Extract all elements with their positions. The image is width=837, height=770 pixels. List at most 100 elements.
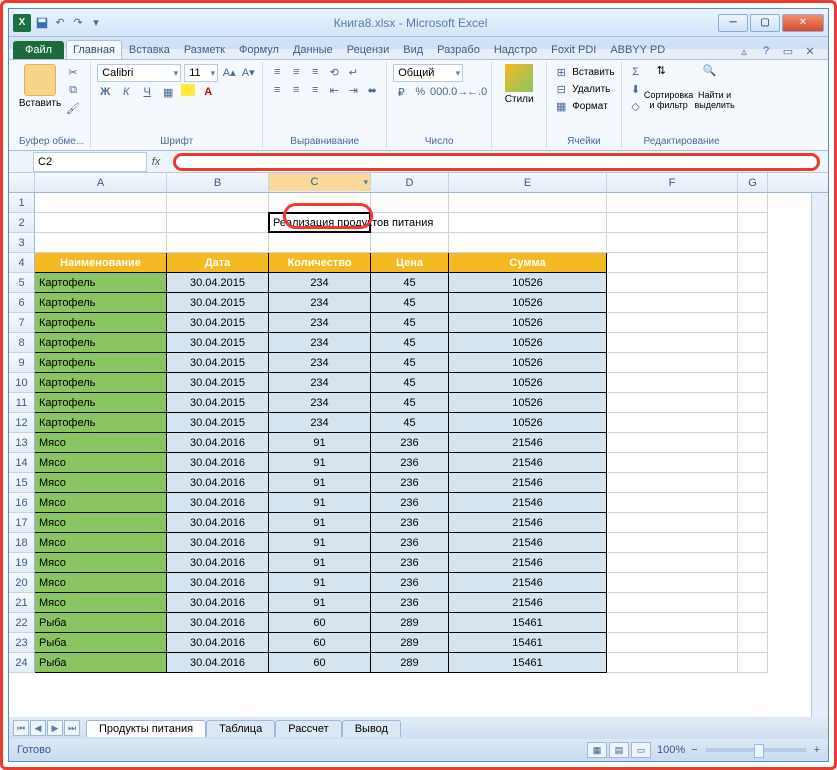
cell-date[interactable]: 30.04.2015 [167, 273, 269, 293]
comma-icon[interactable]: 000 [431, 84, 447, 100]
cell-sum[interactable]: 10526 [449, 293, 607, 313]
increase-font-icon[interactable]: A▴ [221, 64, 237, 80]
row-header[interactable]: 4 [9, 253, 35, 273]
cell[interactable] [738, 573, 768, 593]
align-bottom-icon[interactable]: ≡ [307, 64, 323, 80]
minimize-ribbon-icon[interactable]: ▵ [736, 43, 752, 59]
cell[interactable] [738, 193, 768, 213]
cell[interactable] [607, 193, 738, 213]
cell-name[interactable]: Мясо [35, 533, 167, 553]
row-header[interactable]: 5 [9, 273, 35, 293]
cell[interactable] [738, 333, 768, 353]
cell-sum[interactable]: 10526 [449, 413, 607, 433]
ribbon-tab-0[interactable]: Главная [66, 40, 122, 59]
find-select-button[interactable]: 🔍 Найти и выделить [694, 64, 736, 110]
cell[interactable] [167, 233, 269, 253]
row-header[interactable]: 21 [9, 593, 35, 613]
cell-sum[interactable]: 10526 [449, 393, 607, 413]
cell-price[interactable]: 236 [371, 433, 449, 453]
cell[interactable] [607, 393, 738, 413]
redo-icon[interactable]: ↷ [71, 16, 85, 30]
cell[interactable] [607, 533, 738, 553]
align-center-icon[interactable]: ≡ [288, 82, 304, 98]
cell-name[interactable]: Картофель [35, 353, 167, 373]
cell-sum[interactable]: 21546 [449, 573, 607, 593]
cell-qty[interactable]: 234 [269, 313, 371, 333]
ribbon-tab-9[interactable]: Foxit PDI [544, 40, 603, 59]
cell-qty[interactable]: 91 [269, 473, 371, 493]
window-restore-icon[interactable]: ▭ [780, 43, 796, 59]
cell[interactable] [607, 253, 738, 273]
name-box[interactable] [33, 152, 147, 172]
cell[interactable] [738, 233, 768, 253]
ribbon-tab-4[interactable]: Данные [286, 40, 340, 59]
cell-sum[interactable]: 21546 [449, 433, 607, 453]
row-header[interactable]: 14 [9, 453, 35, 473]
cell-sum[interactable]: 21546 [449, 453, 607, 473]
cell[interactable] [738, 353, 768, 373]
cell[interactable] [607, 653, 738, 673]
worksheet-grid[interactable]: ABCDEFG 12Реализация продуктов питания34… [9, 173, 828, 717]
wrap-text-icon[interactable]: ↵ [345, 64, 361, 80]
cell-sum[interactable]: 21546 [449, 593, 607, 613]
sort-filter-button[interactable]: ⇅ Сортировка и фильтр [648, 64, 690, 110]
cell-date[interactable]: 30.04.2015 [167, 393, 269, 413]
row-header[interactable]: 3 [9, 233, 35, 253]
cell-date[interactable]: 30.04.2015 [167, 353, 269, 373]
cell[interactable] [607, 213, 738, 233]
cell-price[interactable]: 45 [371, 293, 449, 313]
qat-more-icon[interactable]: ▾ [89, 16, 103, 30]
row-header[interactable]: 2 [9, 213, 35, 233]
cell-date[interactable]: 30.04.2015 [167, 333, 269, 353]
cell-qty[interactable]: 234 [269, 293, 371, 313]
cell-name[interactable]: Мясо [35, 473, 167, 493]
table-header[interactable]: Наименование [35, 253, 167, 273]
cell-price[interactable]: 45 [371, 333, 449, 353]
cell[interactable] [607, 613, 738, 633]
sheet-tab-active[interactable]: Продукты питания [86, 720, 206, 737]
cell-price[interactable]: 236 [371, 533, 449, 553]
cell[interactable] [738, 473, 768, 493]
ribbon-tab-1[interactable]: Вставка [122, 40, 177, 59]
fx-icon[interactable]: fx [147, 156, 165, 168]
cell[interactable] [738, 433, 768, 453]
font-name-select[interactable]: Calibri [97, 64, 181, 82]
col-header-G[interactable]: G [738, 173, 768, 192]
cell-qty[interactable]: 91 [269, 433, 371, 453]
row-header[interactable]: 15 [9, 473, 35, 493]
row-header[interactable]: 22 [9, 613, 35, 633]
cell-price[interactable]: 236 [371, 553, 449, 573]
cell-qty[interactable]: 234 [269, 393, 371, 413]
select-all-corner[interactable] [9, 173, 35, 192]
italic-icon[interactable]: К [118, 84, 134, 100]
align-right-icon[interactable]: ≡ [307, 82, 323, 98]
zoom-slider[interactable] [706, 748, 806, 752]
cell[interactable] [738, 373, 768, 393]
cell[interactable] [607, 633, 738, 653]
cell[interactable] [607, 273, 738, 293]
cell[interactable] [738, 493, 768, 513]
zoom-in-button[interactable]: + [814, 744, 820, 756]
cell-sum[interactable]: 10526 [449, 273, 607, 293]
cell[interactable] [607, 513, 738, 533]
ribbon-tab-6[interactable]: Вид [396, 40, 430, 59]
cell[interactable] [449, 193, 607, 213]
cell-qty[interactable]: 91 [269, 573, 371, 593]
cell[interactable] [269, 233, 371, 253]
cell[interactable] [738, 253, 768, 273]
cell-date[interactable]: 30.04.2016 [167, 653, 269, 673]
cell-price[interactable]: 45 [371, 373, 449, 393]
cell-price[interactable]: 236 [371, 593, 449, 613]
cell[interactable] [738, 273, 768, 293]
ribbon-tab-3[interactable]: Формул [232, 40, 286, 59]
cell-sum[interactable]: 10526 [449, 353, 607, 373]
cells-insert-button[interactable]: ⊞Вставить [553, 64, 614, 80]
cell-price[interactable]: 236 [371, 493, 449, 513]
sheet-nav-next[interactable]: ▶ [47, 720, 63, 736]
cell[interactable] [738, 613, 768, 633]
decrease-decimal-icon[interactable]: ←.0 [469, 84, 485, 100]
cell-name[interactable]: Картофель [35, 313, 167, 333]
cell[interactable] [607, 553, 738, 573]
row-header[interactable]: 11 [9, 393, 35, 413]
cell-date[interactable]: 30.04.2016 [167, 633, 269, 653]
